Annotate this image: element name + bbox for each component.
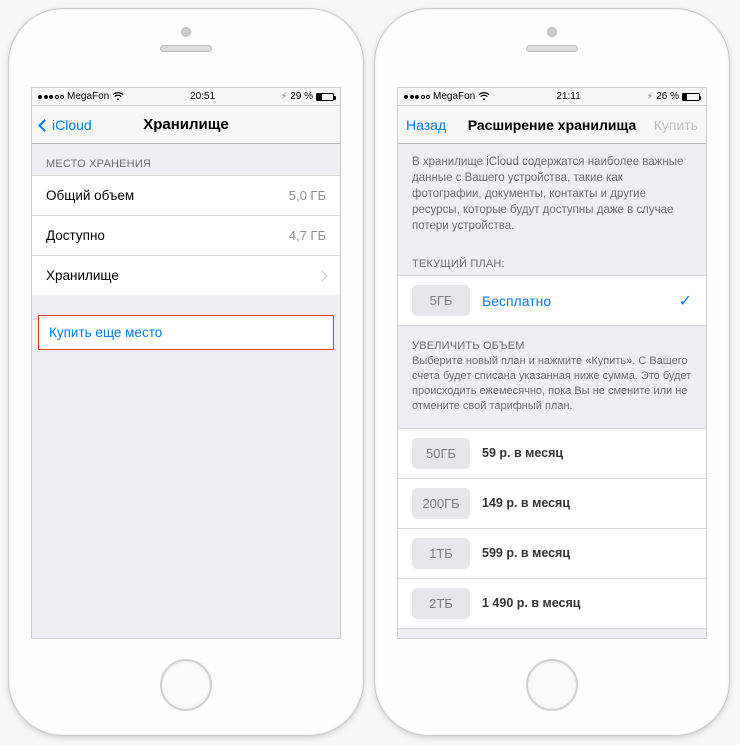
row-avail-value: 4,7 ГБ: [289, 228, 326, 243]
group-header-storage: МЕСТО ХРАНЕНИЯ: [32, 144, 340, 175]
carrier-label: MegaFon: [433, 91, 475, 102]
nav-title: Расширение хранилища: [468, 117, 637, 133]
price-footnote: Все цены указаны с учетом НДС: [398, 629, 706, 638]
chevron-right-icon: [316, 270, 327, 281]
nav-title: Хранилище: [143, 116, 229, 133]
row-total-label: Общий объем: [46, 188, 134, 203]
wifi-icon: [112, 92, 124, 101]
plan-row-current[interactable]: 5ГБ Бесплатно ✓: [398, 275, 706, 326]
status-time: 20:51: [190, 91, 215, 102]
plan-size-badge: 200ГБ: [412, 488, 470, 519]
plan-size-badge: 50ГБ: [412, 438, 470, 469]
plan-price: 149 р. в месяц: [482, 496, 570, 510]
row-available: Доступно 4,7 ГБ: [32, 215, 340, 255]
iphone-device-left: MegaFon 20:51 ⚡︎ 29 % iCloud Хранилище М…: [8, 8, 364, 736]
plan-price: 1 490 р. в месяц: [482, 596, 580, 610]
screen-right: MegaFon 21:11 ⚡︎ 26 % Назад Расширение х…: [397, 87, 707, 639]
speaker: [526, 45, 578, 52]
carrier-label: MegaFon: [67, 91, 109, 102]
status-bar: MegaFon 21:11 ⚡︎ 26 %: [398, 88, 706, 106]
plan-size-badge: 2ТБ: [412, 588, 470, 619]
plan-price: 59 р. в месяц: [482, 446, 563, 460]
screen-left: MegaFon 20:51 ⚡︎ 29 % iCloud Хранилище М…: [31, 87, 341, 639]
plan-row[interactable]: 200ГБ 149 р. в месяц: [398, 478, 706, 528]
bluetooth-icon: ⚡︎: [281, 91, 287, 102]
content[interactable]: В хранилище iCloud содержатся наиболее в…: [398, 144, 706, 638]
phone-top: [375, 9, 729, 87]
plan-size-badge: 1ТБ: [412, 538, 470, 569]
front-camera: [181, 27, 191, 37]
phone-top: [9, 9, 363, 87]
nav-back-label: iCloud: [52, 117, 92, 133]
chevron-left-icon: [38, 119, 51, 132]
row-total: Общий объем 5,0 ГБ: [32, 175, 340, 215]
home-button[interactable]: [160, 659, 212, 711]
status-time: 21:11: [556, 91, 580, 102]
status-bar: MegaFon 20:51 ⚡︎ 29 %: [32, 88, 340, 106]
front-camera: [547, 27, 557, 37]
plan-price: 599 р. в месяц: [482, 546, 570, 560]
wifi-icon: [478, 92, 490, 101]
header-upgrade: УВЕЛИЧИТЬ ОБЪЕМ: [398, 326, 706, 354]
content: МЕСТО ХРАНЕНИЯ Общий объем 5,0 ГБ Доступ…: [32, 144, 340, 638]
battery-percent: 26 %: [656, 91, 679, 102]
nav-buy-label: Купить: [654, 117, 698, 133]
check-icon: ✓: [679, 291, 692, 311]
row-manage-storage[interactable]: Хранилище: [32, 255, 340, 295]
iphone-device-right: MegaFon 21:11 ⚡︎ 26 % Назад Расширение х…: [374, 8, 730, 736]
nav-bar: Назад Расширение хранилища Купить: [398, 106, 706, 144]
nav-back-button[interactable]: iCloud: [32, 106, 100, 143]
signal-dots-icon: [404, 95, 430, 99]
intro-text: В хранилище iCloud содержатся наиболее в…: [398, 144, 706, 244]
plan-size-badge: 5ГБ: [412, 285, 470, 316]
nav-buy-button[interactable]: Купить: [646, 106, 706, 143]
plan-row[interactable]: 50ГБ 59 р. в месяц: [398, 428, 706, 478]
speaker: [160, 45, 212, 52]
upgrade-desc: Выберите новый план и нажмите «Купить». …: [398, 354, 706, 427]
header-current-plan: ТЕКУЩИЙ ПЛАН:: [398, 244, 706, 275]
home-button[interactable]: [526, 659, 578, 711]
plans-list: 50ГБ 59 р. в месяц 200ГБ 149 р. в месяц 1ТБ 5…: [398, 428, 706, 629]
battery-icon: [316, 93, 334, 101]
plan-row[interactable]: 1ТБ 599 р. в месяц: [398, 528, 706, 578]
row-total-value: 5,0 ГБ: [289, 188, 326, 203]
nav-back-button[interactable]: Назад: [398, 106, 454, 143]
signal-dots-icon: [38, 95, 64, 99]
row-storage-label: Хранилище: [46, 268, 119, 283]
battery-percent: 29 %: [290, 91, 313, 102]
battery-icon: [682, 93, 700, 101]
buy-more-label: Купить еще место: [49, 325, 162, 340]
plan-price: Бесплатно: [482, 293, 551, 309]
row-avail-label: Доступно: [46, 228, 105, 243]
bluetooth-icon: ⚡︎: [647, 91, 653, 102]
nav-bar: iCloud Хранилище: [32, 106, 340, 144]
plan-row[interactable]: 2ТБ 1 490 р. в месяц: [398, 578, 706, 629]
buy-more-storage-button[interactable]: Купить еще место: [38, 315, 334, 350]
nav-back-label: Назад: [406, 117, 446, 133]
